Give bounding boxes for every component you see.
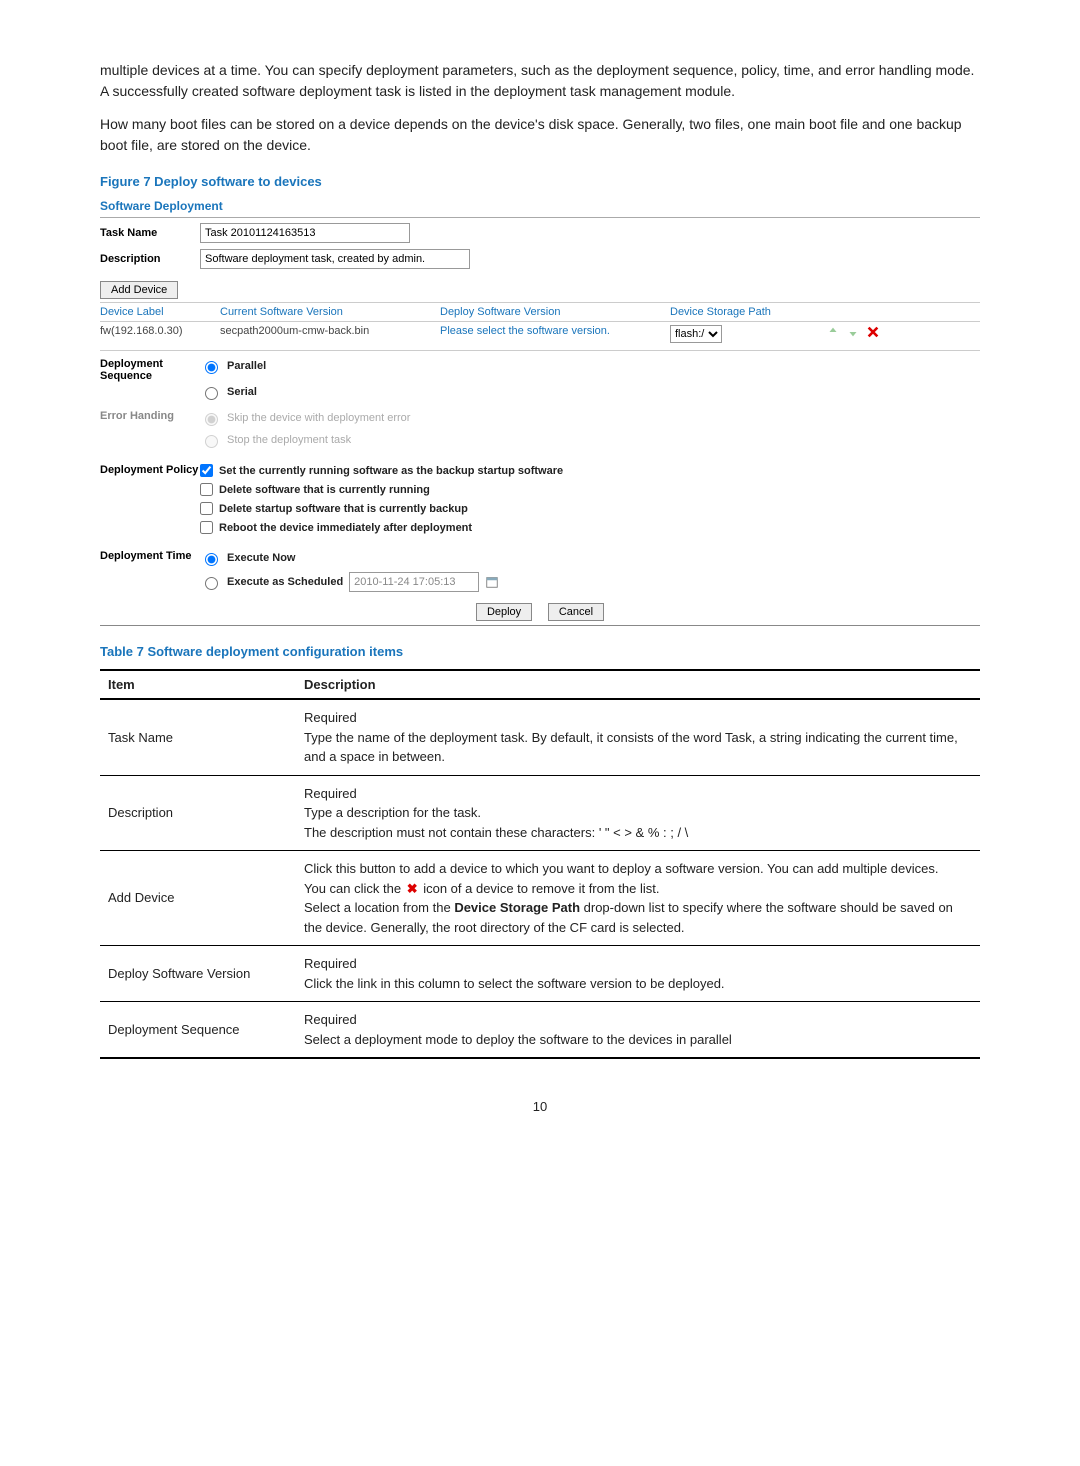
- row-deploy-version-desc: Required Click the link in this column t…: [296, 946, 980, 1002]
- seq-parallel-radio[interactable]: [205, 361, 218, 374]
- software-deployment-panel: Software Deployment Task Name Descriptio…: [100, 199, 980, 626]
- deployment-time-label: Deployment Time: [100, 550, 200, 562]
- policy-backup-check[interactable]: [200, 464, 213, 477]
- seq-serial-radio[interactable]: [205, 387, 218, 400]
- device-deploy-link[interactable]: Please select the software version.: [440, 325, 670, 343]
- policy-delete-running-label: Delete software that is currently runnin…: [219, 484, 430, 496]
- device-grid-header: Device Label Current Software Version De…: [100, 302, 980, 322]
- policy-delete-startup-check[interactable]: [200, 502, 213, 515]
- intro-paragraph-2: How many boot files can be stored on a d…: [100, 114, 980, 156]
- time-now-radio[interactable]: [205, 553, 218, 566]
- policy-delete-running-check[interactable]: [200, 483, 213, 496]
- seq-serial-label: Serial: [227, 386, 257, 398]
- row-task-name-item: Task Name: [100, 699, 296, 775]
- th-description: Description: [296, 670, 980, 699]
- device-label-cell: fw(192.168.0.30): [100, 325, 220, 343]
- remove-x-icon: ✖: [405, 881, 420, 896]
- row-add-device-desc: Click this button to add a device to whi…: [296, 851, 980, 946]
- delete-icon[interactable]: [866, 325, 880, 339]
- error-handling-label: Error Handing: [100, 410, 200, 422]
- err-stop-radio: [205, 435, 218, 448]
- row-deployment-sequence-desc: Required Select a deployment mode to dep…: [296, 1002, 980, 1059]
- time-now-label: Execute Now: [227, 552, 295, 564]
- col-current-version: Current Software Version: [220, 306, 440, 318]
- col-storage-path: Device Storage Path: [670, 306, 810, 318]
- policy-reboot-check[interactable]: [200, 521, 213, 534]
- deployment-policy-label: Deployment Policy: [100, 464, 200, 476]
- row-description-desc: Required Type a description for the task…: [296, 775, 980, 851]
- task-name-input[interactable]: [200, 223, 410, 243]
- time-scheduled-radio[interactable]: [205, 577, 218, 590]
- move-down-icon[interactable]: [846, 325, 860, 339]
- row-description-item: Description: [100, 775, 296, 851]
- policy-delete-startup-label: Delete startup software that is currentl…: [219, 503, 468, 515]
- calendar-icon[interactable]: [485, 575, 499, 589]
- policy-backup-label: Set the currently running software as th…: [219, 465, 563, 477]
- th-item: Item: [100, 670, 296, 699]
- cancel-button[interactable]: Cancel: [548, 603, 604, 621]
- row-deployment-sequence-item: Deployment Sequence: [100, 1002, 296, 1059]
- col-device-label: Device Label: [100, 306, 220, 318]
- page-number: 10: [100, 1099, 980, 1114]
- err-stop-label: Stop the deployment task: [227, 434, 351, 446]
- description-label: Description: [100, 253, 200, 265]
- err-skip-label: Skip the device with deployment error: [227, 412, 410, 424]
- err-skip-radio: [205, 413, 218, 426]
- time-scheduled-label: Execute as Scheduled: [227, 576, 343, 588]
- device-version-cell: secpath2000um-cmw-back.bin: [220, 325, 440, 343]
- intro-paragraph-1: multiple devices at a time. You can spec…: [100, 60, 980, 102]
- description-input[interactable]: [200, 249, 470, 269]
- scheduled-time-input: [349, 572, 479, 592]
- col-deploy-version: Deploy Software Version: [440, 306, 670, 318]
- table-caption: Table 7 Software deployment configuratio…: [100, 644, 980, 659]
- device-storage-path-select[interactable]: flash:/: [670, 325, 722, 343]
- seq-parallel-label: Parallel: [227, 360, 266, 372]
- config-items-table: Item Description Task Name Required Type…: [100, 669, 980, 1059]
- move-up-icon[interactable]: [826, 325, 840, 339]
- add-device-button[interactable]: Add Device: [100, 281, 178, 299]
- panel-title: Software Deployment: [100, 199, 980, 218]
- figure-caption: Figure 7 Deploy software to devices: [100, 174, 980, 189]
- row-add-device-item: Add Device: [100, 851, 296, 946]
- deploy-button[interactable]: Deploy: [476, 603, 532, 621]
- device-grid-row: fw(192.168.0.30) secpath2000um-cmw-back.…: [100, 322, 980, 346]
- row-task-name-desc: Required Type the name of the deployment…: [296, 699, 980, 775]
- task-name-label: Task Name: [100, 227, 200, 239]
- policy-reboot-label: Reboot the device immediately after depl…: [219, 522, 472, 534]
- deployment-sequence-label: Deployment Sequence: [100, 358, 200, 382]
- row-deploy-version-item: Deploy Software Version: [100, 946, 296, 1002]
